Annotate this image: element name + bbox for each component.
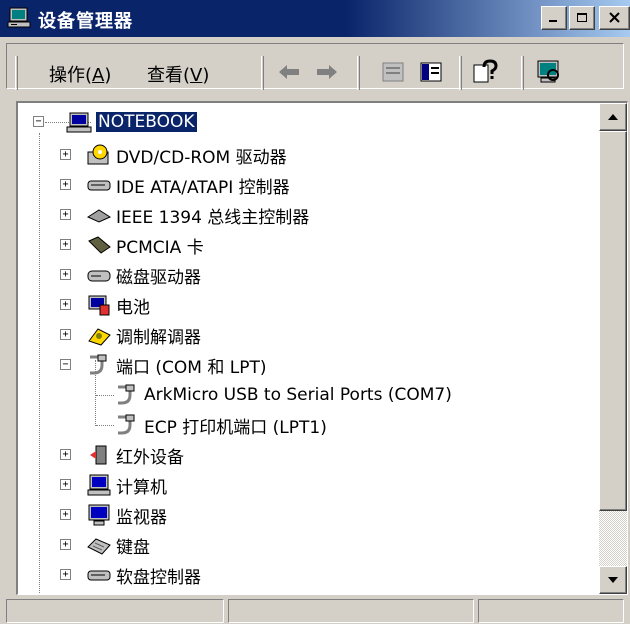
tree-item-label: IEEE 1394 总线主控制器 xyxy=(116,207,310,228)
expand-icon[interactable]: + xyxy=(60,539,71,550)
help-icon[interactable] xyxy=(471,58,499,86)
close-icon xyxy=(608,12,620,23)
minimize-icon xyxy=(549,20,557,22)
expand-icon[interactable]: + xyxy=(60,509,71,520)
toolbar-separator xyxy=(459,56,462,90)
expand-icon[interactable]: + xyxy=(60,299,71,310)
toolbar-separator xyxy=(521,56,524,90)
toolbar: 操作(A) 查看(V) xyxy=(0,37,630,99)
tree-item-ieee1394[interactable]: + IEEE 1394 总线主控制器 xyxy=(18,200,309,230)
tree-item-pcmcia[interactable]: + PCMCIA 卡 xyxy=(18,230,204,260)
toolbar-grip[interactable] xyxy=(15,56,18,90)
collapse-icon[interactable]: − xyxy=(60,359,71,370)
arrow-down-icon xyxy=(608,577,618,583)
tree-item-label: IDE ATA/ATAPI 控制器 xyxy=(116,177,290,198)
status-panel xyxy=(478,599,624,623)
tree-item-ports[interactable]: − 端口 (COM 和 LPT) xyxy=(18,350,267,380)
toggle-view-icon[interactable] xyxy=(417,58,445,86)
tree-item-floppy[interactable]: + 软盘控制器 xyxy=(18,560,201,590)
tree-item-label: PCMCIA 卡 xyxy=(116,237,204,258)
menu-action[interactable]: 操作(A) xyxy=(49,61,111,87)
title-bar: 设备管理器 xyxy=(0,0,630,37)
tree-item-label: 红外设备 xyxy=(116,447,184,468)
status-panel xyxy=(228,599,474,623)
forward-arrow-icon[interactable] xyxy=(313,58,341,86)
port-icon xyxy=(118,384,135,405)
tree-root-label: NOTEBOOK xyxy=(96,112,197,132)
tree-item-modem[interactable]: + 调制解调器 xyxy=(18,320,201,350)
disk-drive-icon xyxy=(87,270,111,282)
tree-item-label: 键盘 xyxy=(116,537,150,558)
tree-item-keyboard[interactable]: + 键盘 xyxy=(18,530,150,560)
expand-icon[interactable]: + xyxy=(60,209,71,220)
tree-item-infrared[interactable]: + 红外设备 xyxy=(18,440,184,470)
tree-item-label: 调制解调器 xyxy=(116,327,201,348)
maximize-button[interactable] xyxy=(569,6,595,30)
modem-icon xyxy=(88,328,111,346)
dvd-drive-icon xyxy=(87,144,109,165)
toolbar-frame: 操作(A) 查看(V) xyxy=(6,43,624,90)
toolbar-separator xyxy=(261,56,264,90)
infrared-icon xyxy=(90,445,107,465)
tree-item-label: 软盘控制器 xyxy=(116,567,201,588)
computer-icon xyxy=(87,474,111,496)
device-manager-icon[interactable] xyxy=(7,7,31,29)
pcmcia-icon xyxy=(88,236,111,254)
expand-icon[interactable]: + xyxy=(60,449,71,460)
port-icon xyxy=(118,414,135,435)
tree-item-label: DVD/CD-ROM 驱动器 xyxy=(116,147,287,168)
tree-item-label: 计算机 xyxy=(116,477,167,498)
properties-icon[interactable] xyxy=(379,58,407,86)
expand-icon[interactable]: + xyxy=(60,329,71,340)
back-arrow-icon[interactable] xyxy=(275,58,303,86)
battery-icon xyxy=(88,295,110,316)
tree-item-label: ECP 打印机端口 (LPT1) xyxy=(144,417,327,438)
tree-item-dvd[interactable]: + DVD/CD-ROM 驱动器 xyxy=(18,140,287,170)
tree-item-disk[interactable]: + 磁盘驱动器 xyxy=(18,260,201,290)
scan-hardware-icon[interactable] xyxy=(535,58,563,86)
expand-icon[interactable]: + xyxy=(60,269,71,280)
expand-icon[interactable]: + xyxy=(60,149,71,160)
collapse-icon[interactable]: − xyxy=(33,116,44,127)
status-bar xyxy=(0,596,630,624)
tree-item-label: 监视器 xyxy=(116,507,167,528)
expand-icon[interactable]: + xyxy=(60,569,71,580)
expand-icon[interactable]: + xyxy=(60,239,71,250)
scroll-thumb[interactable] xyxy=(599,131,627,511)
expand-icon[interactable]: + xyxy=(60,179,71,190)
tree-item-ide[interactable]: + IDE ATA/ATAPI 控制器 xyxy=(18,170,290,200)
tree-root[interactable]: − NOTEBOOK xyxy=(18,107,197,137)
keyboard-icon xyxy=(87,538,111,555)
ide-controller-icon xyxy=(87,180,111,191)
arrow-up-icon xyxy=(608,114,618,120)
ieee1394-icon xyxy=(86,209,112,223)
port-icon xyxy=(90,354,107,375)
scroll-up-button[interactable] xyxy=(599,103,627,131)
tree-item-label: 端口 (COM 和 LPT) xyxy=(116,357,267,378)
toolbar-separator xyxy=(357,56,360,90)
menu-view[interactable]: 查看(V) xyxy=(147,61,209,87)
status-panel xyxy=(6,599,224,623)
minimize-button[interactable] xyxy=(541,6,567,30)
floppy-controller-icon xyxy=(87,570,111,581)
device-tree: − NOTEBOOK + DVD/CD-ROM 驱动器 + IDE ATA/AT… xyxy=(18,103,598,594)
device-tree-pane[interactable]: − NOTEBOOK + DVD/CD-ROM 驱动器 + IDE ATA/AT… xyxy=(16,101,628,595)
monitor-icon xyxy=(88,504,110,526)
vertical-scrollbar[interactable] xyxy=(599,103,627,594)
window-title: 设备管理器 xyxy=(38,11,133,32)
tree-item-monitor[interactable]: + 监视器 xyxy=(18,500,167,530)
tree-item-port-com7[interactable]: ArkMicro USB to Serial Ports (COM7) xyxy=(18,380,452,410)
tree-item-port-lpt1[interactable]: ECP 打印机端口 (LPT1) xyxy=(18,410,327,440)
tree-item-label: 磁盘驱动器 xyxy=(116,267,201,288)
maximize-icon xyxy=(577,13,587,22)
tree-item-label: ArkMicro USB to Serial Ports (COM7) xyxy=(144,385,452,405)
scroll-down-button[interactable] xyxy=(599,566,627,594)
tree-item-label: 电池 xyxy=(116,297,150,318)
expand-icon[interactable]: + xyxy=(60,479,71,490)
tree-item-computer[interactable]: + 计算机 xyxy=(18,470,167,500)
tree-item-battery[interactable]: + 电池 xyxy=(18,290,150,320)
close-button[interactable] xyxy=(599,6,630,30)
notebook-icon xyxy=(66,112,92,133)
